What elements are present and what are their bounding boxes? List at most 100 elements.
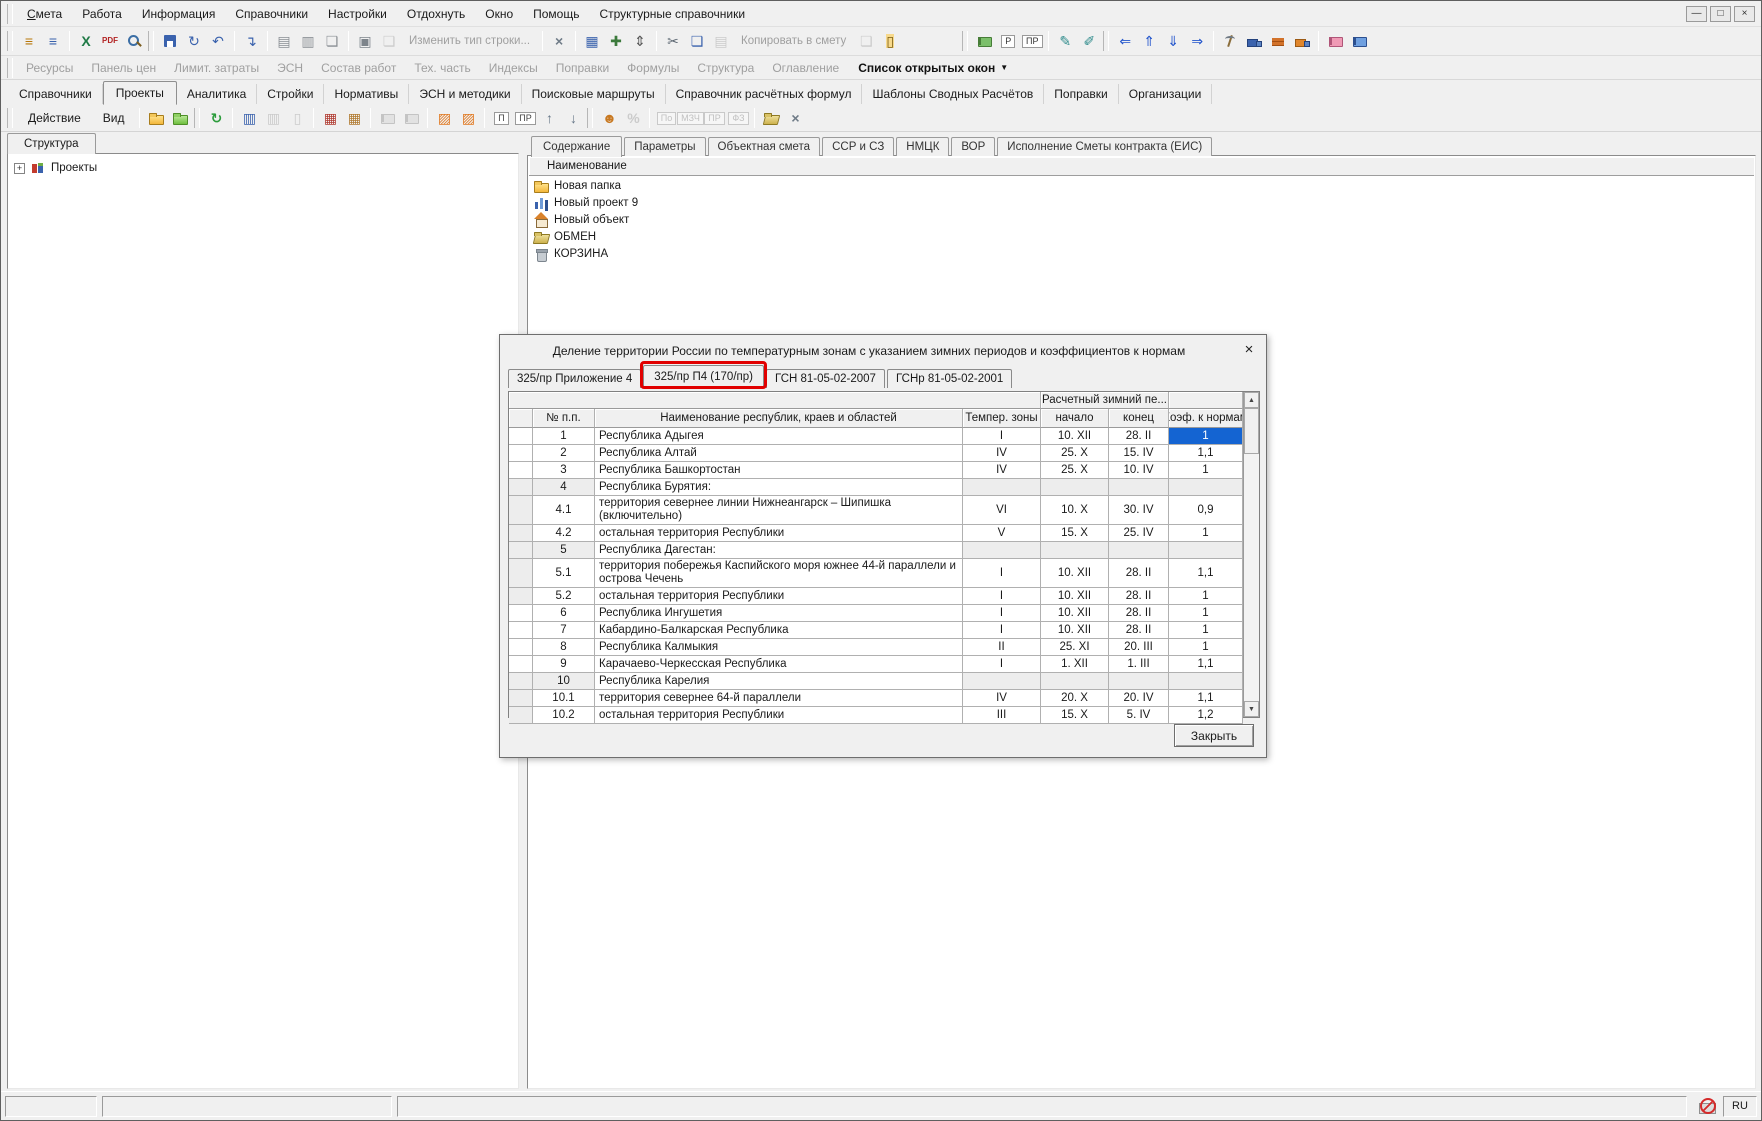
cell-start[interactable]: 20. X [1041,690,1109,707]
pdf-export-icon[interactable]: PDF [98,30,122,53]
row-selector-cell[interactable] [509,559,533,588]
scroll-up-icon[interactable]: ▲ [1244,392,1259,408]
page-p-icon[interactable]: P [996,30,1020,53]
table-row-2[interactable]: 2Республика АлтайIV25. X15. IV1,1 [509,445,1243,462]
cell-name[interactable]: Кабардино-Балкарская Республика [595,622,963,639]
cell-end[interactable]: 28. II [1109,428,1169,445]
table-row-5.1[interactable]: 5.1территория побережья Каспийского моря… [509,559,1243,588]
cell-zone[interactable]: I [963,605,1041,622]
cell-num[interactable]: 10 [533,673,595,690]
copy-icon[interactable]: ❏ [685,30,709,53]
page-pr-icon[interactable]: ПР [1020,30,1044,53]
estimate-grid2-icon[interactable]: ▦ [342,107,366,130]
cell-end[interactable]: 1. III [1109,656,1169,673]
cell-start[interactable]: 25. XI [1041,639,1109,656]
cell-num[interactable]: 4.1 [533,496,595,525]
cell-num[interactable]: 10.2 [533,707,595,724]
dialog-tab-2[interactable]: ГСН 81-05-02-2007 [766,369,885,388]
transport-icon[interactable] [1242,30,1266,53]
move-up-icon[interactable]: ↑ [537,107,561,130]
row-selector-cell[interactable] [509,673,533,690]
cell-num[interactable]: 7 [533,622,595,639]
add-structure-icon[interactable]: ≡ [41,30,65,53]
cell-end[interactable]: 25. IV [1109,525,1169,542]
cell-end[interactable]: 15. IV [1109,445,1169,462]
table-row-5[interactable]: 5Республика Дагестан: [509,542,1243,559]
list-item-1[interactable]: Новый проект 9 [528,194,1755,211]
cell-coef[interactable]: 1 [1169,428,1243,445]
add-document-icon[interactable]: ✚ [604,30,628,53]
table-row-7[interactable]: 7Кабардино-Балкарская РеспубликаI10. XII… [509,622,1243,639]
cell-num[interactable]: 2 [533,445,595,462]
workspace-tab-7[interactable]: Справочник расчётных формул [666,84,863,104]
menu-item-5[interactable]: Отдохнуть [397,3,475,25]
pink-catalog-icon[interactable] [1323,30,1347,53]
workspace-tab-10[interactable]: Организации [1119,84,1213,104]
cell-coef[interactable]: 0,9 [1169,496,1243,525]
cell-end[interactable]: 28. II [1109,559,1169,588]
list-column-header[interactable]: Наименование [529,157,1754,176]
action-menu[interactable]: Действие [17,107,92,129]
cell-end[interactable]: 10. IV [1109,462,1169,479]
cell-start[interactable]: 10. XII [1041,588,1109,605]
cell-start[interactable]: 25. X [1041,462,1109,479]
workspace-tab-2[interactable]: Аналитика [177,84,257,104]
col-header-start[interactable]: начало [1041,409,1109,428]
close-button[interactable]: Закрыть [1174,724,1254,747]
cell-start[interactable] [1041,479,1109,496]
cell-coef[interactable] [1169,479,1243,496]
cell-name[interactable]: Республика Бурятия: [595,479,963,496]
cell-name[interactable]: территория севернее линии Нижнеангарск –… [595,496,963,525]
cell-coef[interactable]: 1,1 [1169,690,1243,707]
cell-coef[interactable]: 1 [1169,622,1243,639]
list-item-2[interactable]: Новый объект [528,211,1755,228]
blue-catalog-icon[interactable] [1347,30,1371,53]
project-view-icon[interactable]: ▥ [237,107,261,130]
cell-zone[interactable]: I [963,622,1041,639]
cell-num[interactable]: 3 [533,462,595,479]
p-button[interactable]: П [489,107,513,130]
tree-expander-icon[interactable]: + [14,163,25,174]
norm-base-icon[interactable] [972,30,996,53]
cell-num[interactable]: 8 [533,639,595,656]
cell-start[interactable]: 10. XII [1041,622,1109,639]
edit-norm-clear-icon[interactable]: ✐ [1077,30,1101,53]
cell-start[interactable] [1041,542,1109,559]
cell-start[interactable]: 25. X [1041,445,1109,462]
cell-zone[interactable]: IV [963,462,1041,479]
cell-num[interactable]: 6 [533,605,595,622]
cell-zone[interactable]: I [963,428,1041,445]
cell-name[interactable]: Республика Адыгея [595,428,963,445]
level-down-icon[interactable]: ⇓ [1161,30,1185,53]
language-indicator[interactable]: RU [1723,1096,1757,1117]
table-row-10[interactable]: 10Республика Карелия [509,673,1243,690]
cell-num[interactable]: 4.2 [533,525,595,542]
structure-tree-icon[interactable]: ≡ [17,30,41,53]
workspace-tab-8[interactable]: Шаблоны Сводных Расчётов [862,84,1044,104]
collapse-folder-icon[interactable] [168,107,192,130]
cell-start[interactable]: 15. X [1041,707,1109,724]
content-tab-1[interactable]: Параметры [624,137,705,156]
cell-coef[interactable]: 1,1 [1169,445,1243,462]
search-icon[interactable] [122,30,146,53]
row-selector-cell[interactable] [509,639,533,656]
table-row-6[interactable]: 6Республика ИнгушетияI10. XII28. II1 [509,605,1243,622]
index2-icon[interactable]: ▨ [456,107,480,130]
col-header-coef[interactable]: Коэф. к нормам [1169,409,1243,428]
table-row-10.2[interactable]: 10.2остальная территория РеспубликиIII15… [509,707,1243,724]
cell-zone[interactable] [963,542,1041,559]
cell-end[interactable] [1109,542,1169,559]
paste-buffer-icon[interactable]: ▯ [878,30,902,53]
cell-start[interactable]: 10. XII [1041,428,1109,445]
scroll-down-icon[interactable]: ▼ [1244,701,1259,717]
cell-num[interactable]: 5 [533,542,595,559]
menu-item-2[interactable]: Информация [132,3,225,25]
cell-name[interactable]: Республика Башкортостан [595,462,963,479]
content-tab-4[interactable]: НМЦК [896,137,949,156]
workspace-tab-4[interactable]: Нормативы [324,84,409,104]
level-last-icon[interactable]: ⇒ [1185,30,1209,53]
insert-row-icon[interactable]: ▤ [272,30,296,53]
cell-num[interactable]: 9 [533,656,595,673]
table-row-4.2[interactable]: 4.2остальная территория РеспубликиV15. X… [509,525,1243,542]
cut-icon[interactable]: ✂ [661,30,685,53]
